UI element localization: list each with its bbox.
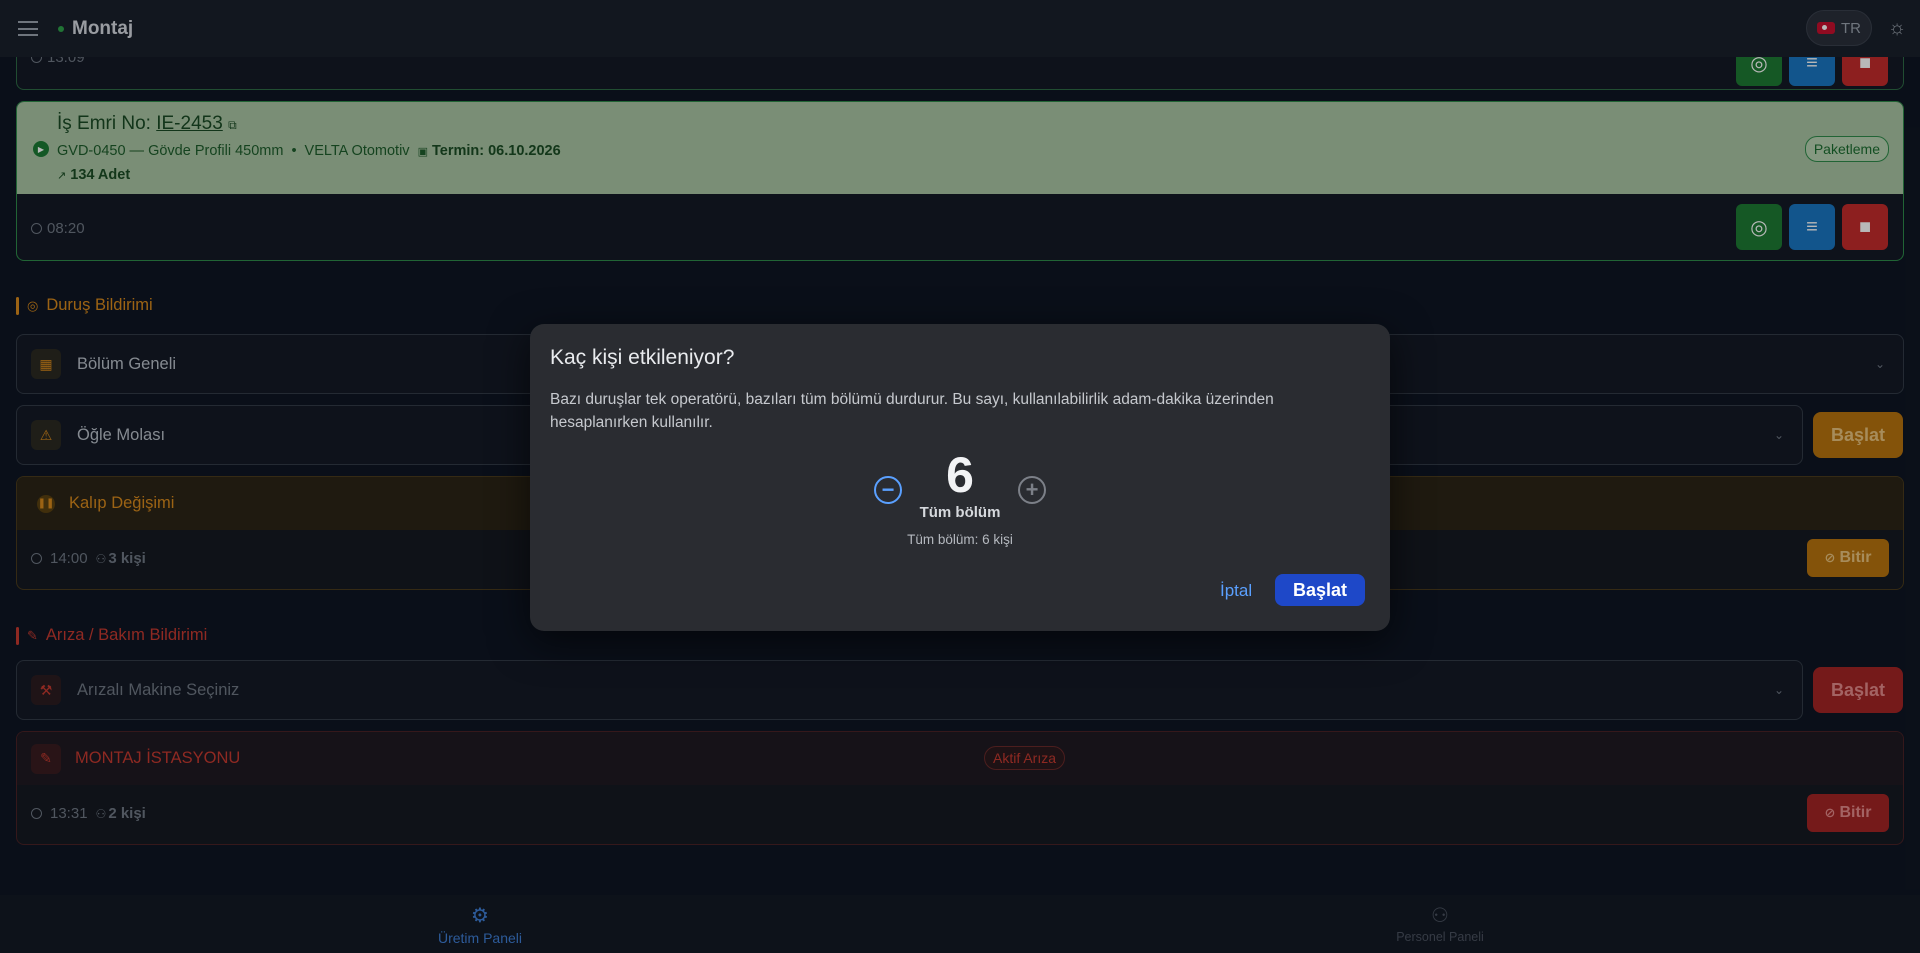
count-label: Tüm bölüm — [919, 504, 1001, 521]
people-count: 6 — [946, 447, 974, 503]
dialog-description: Bazı duruşlar tek operatörü, bazıları tü… — [550, 391, 1274, 431]
affected-people-dialog: Kaç kişi etkileniyor? Bazı duruşlar tek … — [530, 324, 1390, 631]
people-stepper: − 6 Tüm bölüm + Tüm bölüm: 6 kişi — [530, 446, 1390, 556]
cancel-button[interactable]: İptal — [1220, 581, 1252, 601]
plus-icon[interactable]: + — [1018, 476, 1046, 504]
minus-icon[interactable]: − — [874, 476, 902, 504]
dialog-title: Kaç kişi etkileniyor? — [550, 346, 735, 369]
count-summary: Tüm bölüm: 6 kişi — [907, 532, 1013, 547]
confirm-start-button[interactable]: Başlat — [1275, 574, 1365, 606]
